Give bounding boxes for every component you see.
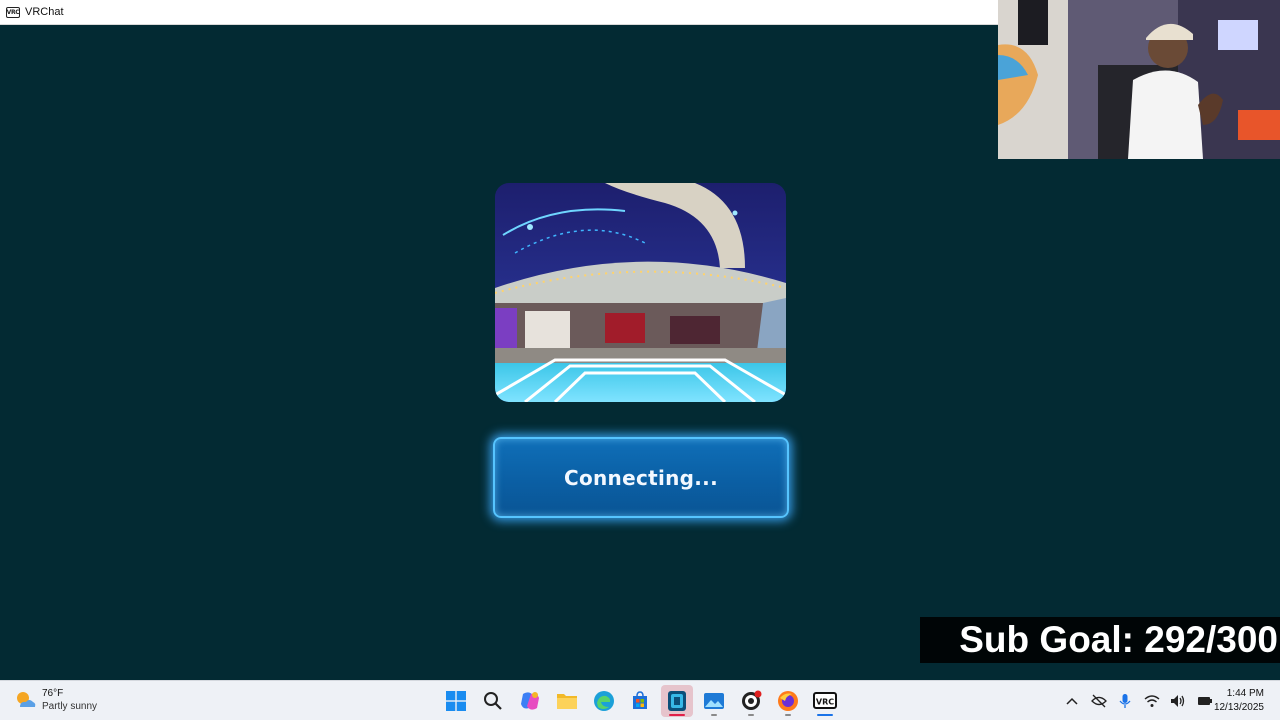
battery-icon [1197,697,1212,705]
app-icon [668,691,687,711]
file-explorer-button[interactable] [551,685,583,717]
clock-time: 1:44 PM [1226,688,1264,699]
taskbar-search-button[interactable] [477,685,509,717]
system-tray [1062,681,1221,720]
vrchat-app-icon: VRC [6,6,20,18]
store-button[interactable] [624,685,656,717]
photos-button[interactable] [698,685,730,717]
folder-icon [556,694,577,709]
start-button[interactable] [440,685,472,717]
taskbar: 76°F Partly sunny VRC 1:44 PM 12/13/2025 [0,680,1280,720]
store-icon [633,691,648,709]
weather-condition: Partly sunny [42,701,98,712]
show-hidden-icons-button[interactable] [1062,691,1082,711]
connecting-button[interactable]: Connecting... [493,437,789,518]
clock-date: 12/13/2025 [1213,702,1264,713]
edge-button[interactable] [588,685,620,717]
obs-icon [742,690,762,710]
vrc-icon-text: VRC [816,698,834,707]
edge-icon [593,691,614,711]
vrc-button[interactable]: VRC [809,685,841,717]
vrc-icon: VRC [812,692,837,709]
sub-goal-overlay: Sub Goal: 292/300 [920,617,1280,663]
search-icon [483,692,502,710]
running-indicator [669,714,686,716]
speaker-icon [1171,695,1185,707]
photos-icon [704,693,725,709]
taskbar-pinned-apps: VRC [440,681,846,720]
copilot-button[interactable] [514,685,546,717]
microphone-button[interactable] [1115,691,1135,711]
network-button[interactable] [1142,691,1162,711]
camera-off-button[interactable] [1089,691,1109,711]
connecting-label: Connecting... [564,465,718,490]
running-indicator [785,714,792,716]
weather-temperature: 76°F [42,688,64,699]
vrchat-taskbar-button[interactable] [661,685,694,717]
hidden-eye-icon [1090,694,1107,708]
running-indicator [711,714,718,716]
microphone-icon [1119,694,1131,708]
running-indicator [748,714,755,716]
window-title: VRChat [25,6,64,18]
obs-button[interactable] [735,685,767,717]
clock[interactable]: 1:44 PM 12/13/2025 [1214,687,1264,715]
webcam-overlay [998,0,1280,159]
running-indicator [816,714,833,716]
app-icon-text: VRC [6,8,20,16]
chevron-up-icon [1066,697,1078,705]
world-thumbnail-image [495,183,786,402]
sub-goal-text: Sub Goal: 292/300 [959,619,1278,660]
windows-start-icon [446,691,466,711]
copilot-icon [520,692,539,710]
weather-widget[interactable]: 76°F Partly sunny [14,687,97,713]
volume-button[interactable] [1168,691,1188,711]
partly-sunny-icon [17,692,36,707]
battery-button[interactable] [1195,691,1215,711]
firefox-button[interactable] [772,685,804,717]
firefox-icon [778,691,799,711]
wifi-icon [1144,695,1159,707]
